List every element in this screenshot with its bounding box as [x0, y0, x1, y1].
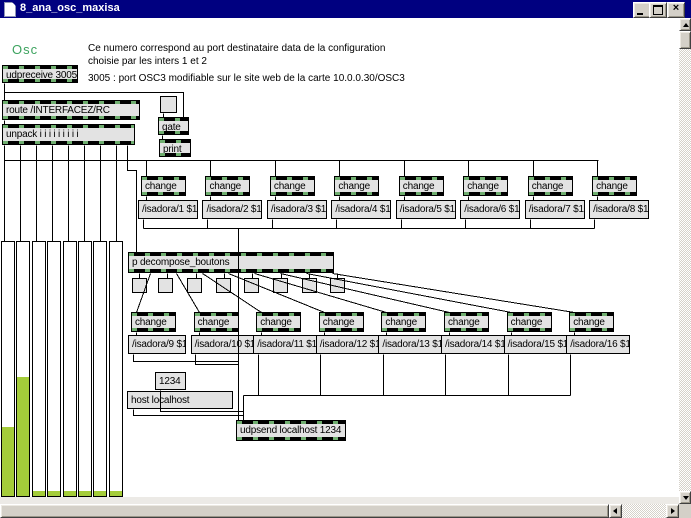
scroll-down-icon	[683, 496, 689, 500]
message-isadora[interactable]: /isadora/16 $1	[566, 335, 630, 354]
message-isadora[interactable]: /isadora/8 $1	[589, 200, 649, 219]
vertical-scrollbar[interactable]	[679, 18, 691, 504]
slider-fill	[79, 491, 91, 496]
toggle-gate-switch[interactable]	[160, 96, 177, 113]
change-object[interactable]: change	[205, 176, 250, 196]
change-object[interactable]: change	[569, 312, 614, 332]
scroll-left-icon	[613, 508, 617, 514]
slider-fill	[33, 491, 45, 496]
change-object[interactable]: change	[381, 312, 426, 332]
toggle-box[interactable]	[216, 278, 231, 293]
change-object[interactable]: change	[592, 176, 637, 196]
slider[interactable]	[78, 241, 92, 497]
toggle-box[interactable]	[330, 278, 345, 293]
message-isadora[interactable]: /isadora/2 $1	[202, 200, 262, 219]
toggle-box[interactable]	[187, 278, 202, 293]
close-icon: ×	[668, 2, 684, 14]
scroll-left-button[interactable]	[609, 504, 622, 518]
comment-config-line2: choisie par les inters 1 et 2	[88, 55, 207, 68]
object-print[interactable]: print	[159, 139, 191, 157]
message-host-localhost[interactable]: host localhost	[127, 391, 233, 409]
slider[interactable]	[32, 241, 46, 497]
message-isadora[interactable]: /isadora/6 $1	[460, 200, 520, 219]
object-udpreceive[interactable]: udpreceive 3005	[2, 65, 78, 83]
document-icon	[4, 2, 16, 17]
maximize-button[interactable]	[649, 2, 667, 18]
object-gate[interactable]: gate	[158, 117, 189, 135]
minimize-icon	[637, 13, 643, 15]
message-isadora[interactable]: /isadora/3 $1	[267, 200, 327, 219]
toggle-box[interactable]	[302, 278, 317, 293]
window-title: 8_ana_osc_maxisa	[20, 2, 120, 14]
patcher-window: Osc Ce numero correspond au port destina…	[0, 0, 691, 518]
scroll-right-button[interactable]	[666, 504, 679, 518]
slider[interactable]	[1, 241, 15, 497]
change-object[interactable]: change	[141, 176, 186, 196]
change-object[interactable]: change	[507, 312, 552, 332]
slider[interactable]	[47, 241, 61, 497]
message-isadora[interactable]: /isadora/10 $1	[191, 335, 255, 354]
message-isadora[interactable]: /isadora/11 $1	[253, 335, 317, 354]
scroll-right-icon	[671, 508, 675, 514]
slider[interactable]	[16, 241, 30, 497]
slider-fill	[48, 491, 60, 496]
slider-fill	[64, 491, 76, 496]
change-object[interactable]: change	[399, 176, 444, 196]
close-button[interactable]: ×	[667, 2, 685, 18]
slider-fill	[94, 491, 106, 496]
change-object[interactable]: change	[334, 176, 379, 196]
message-isadora[interactable]: /isadora/5 $1	[396, 200, 456, 219]
maximize-icon	[653, 5, 663, 15]
toggle-box[interactable]	[158, 278, 173, 293]
change-object[interactable]: change	[256, 312, 301, 332]
object-route[interactable]: route /INTERFACEZ/RC	[2, 100, 140, 120]
object-udpsend[interactable]: udpsend localhost 1234	[236, 420, 346, 441]
message-port-1234[interactable]: 1234	[155, 372, 186, 390]
canvas-bottom-edge	[0, 497, 679, 504]
horizontal-scrollbar[interactable]	[0, 504, 679, 518]
scroll-down-button[interactable]	[679, 491, 691, 504]
scrollbar-corner	[679, 504, 691, 518]
message-isadora[interactable]: /isadora/12 $1	[316, 335, 380, 354]
object-subpatch-decompose-boutons[interactable]: p decompose_boutons	[128, 252, 334, 273]
object-unpack[interactable]: unpack i i i i i i i i i	[2, 124, 135, 145]
slider-fill	[110, 491, 122, 496]
slider[interactable]	[109, 241, 123, 497]
scroll-up-button[interactable]	[679, 18, 691, 31]
change-object[interactable]: change	[194, 312, 239, 332]
message-isadora[interactable]: /isadora/13 $1	[378, 335, 442, 354]
message-isadora[interactable]: /isadora/1 $1	[138, 200, 198, 219]
horizontal-scroll-thumb[interactable]	[0, 504, 609, 518]
slider-fill	[2, 427, 14, 496]
titlebar[interactable]: 8_ana_osc_maxisa ×	[0, 0, 691, 18]
message-isadora[interactable]: /isadora/15 $1	[504, 335, 568, 354]
scroll-up-icon	[683, 23, 689, 27]
slider-fill	[17, 377, 29, 496]
change-object[interactable]: change	[528, 176, 573, 196]
change-object[interactable]: change	[131, 312, 176, 332]
toggle-box[interactable]	[244, 278, 259, 293]
vertical-scroll-thumb[interactable]	[679, 31, 691, 49]
osc-label: Osc	[12, 42, 38, 57]
message-isadora[interactable]: /isadora/9 $1	[128, 335, 186, 354]
toggle-box[interactable]	[273, 278, 288, 293]
comment-port-info: 3005 : port OSC3 modifiable sur le site …	[88, 72, 405, 85]
change-object[interactable]: change	[319, 312, 364, 332]
slider[interactable]	[63, 241, 77, 497]
slider[interactable]	[93, 241, 107, 497]
vertical-scroll-track[interactable]	[679, 31, 691, 491]
change-object[interactable]: change	[270, 176, 315, 196]
message-isadora[interactable]: /isadora/4 $1	[331, 200, 391, 219]
change-object[interactable]: change	[444, 312, 489, 332]
toggle-box[interactable]	[132, 278, 147, 293]
message-isadora[interactable]: /isadora/7 $1	[525, 200, 585, 219]
comment-config-line1: Ce numero correspond au port destinatair…	[88, 42, 385, 55]
message-isadora[interactable]: /isadora/14 $1	[441, 335, 505, 354]
change-object[interactable]: change	[463, 176, 508, 196]
